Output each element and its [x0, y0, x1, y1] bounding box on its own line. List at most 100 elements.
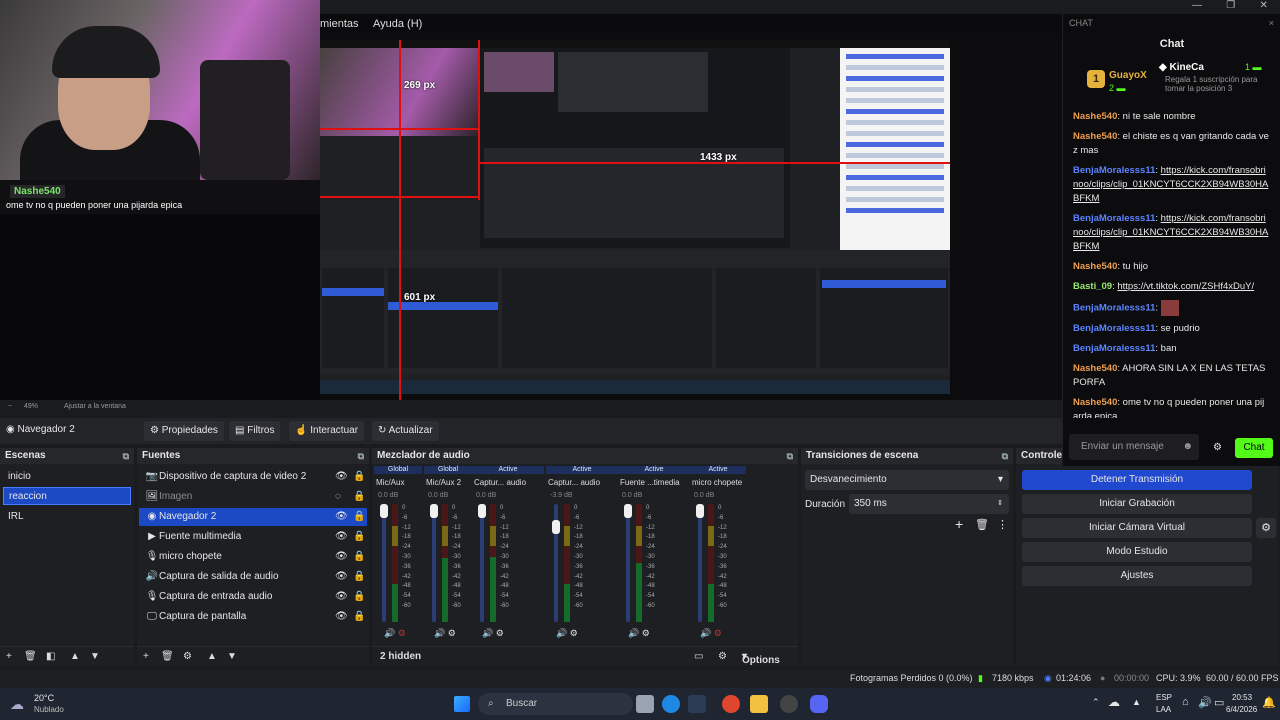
program-preview[interactable]: 269 px 1433 px 601 px — [320, 34, 1062, 400]
volume-fader[interactable] — [698, 504, 702, 622]
notification-icon[interactable]: 🔔 — [1262, 696, 1276, 709]
mute-icon[interactable]: 🔊 ⚙ — [556, 628, 578, 639]
task-view-icon[interactable] — [636, 695, 654, 713]
scene-item[interactable]: reaccion — [3, 487, 131, 505]
channel-name[interactable]: Captur... audio — [548, 478, 600, 487]
gear-icon[interactable]: ⚙ — [183, 651, 192, 662]
close-icon[interactable]: ✕ — [1259, 0, 1267, 14]
weather-temp[interactable]: 20°C — [34, 693, 54, 703]
add-icon[interactable]: + — [6, 651, 12, 662]
chat-username[interactable]: BenjaMoralesss11 — [1073, 323, 1155, 334]
refresh-button[interactable]: ↻ Actualizar — [372, 421, 439, 441]
settings-button[interactable]: Ajustes — [1022, 566, 1252, 586]
chat-username[interactable]: Nashe540 — [1073, 131, 1117, 142]
battery-icon[interactable]: ▭ — [1214, 696, 1224, 709]
source-item[interactable]: 🖼 Imagen ◌ 🔒 — [139, 488, 367, 506]
channel-name[interactable]: Mic/Aux 2 — [426, 478, 461, 487]
edge-icon[interactable] — [662, 695, 680, 713]
close-icon[interactable]: × — [1269, 18, 1274, 28]
volume-icon[interactable]: 🔊 — [1198, 696, 1212, 709]
start-recording-button[interactable]: Iniciar Grabación — [1022, 494, 1252, 514]
fader-knob[interactable] — [552, 519, 560, 534]
eye-icon[interactable]: 👁 — [335, 508, 348, 526]
fader-knob[interactable] — [696, 504, 704, 518]
move-down-icon[interactable]: ▼ — [227, 651, 237, 662]
mute-icon[interactable]: 🔊 ⚙ — [384, 628, 406, 639]
lock-icon[interactable]: 🔒 — [353, 508, 365, 526]
transition-select[interactable]: Desvanecimiento ▾ — [805, 470, 1009, 490]
scene-item[interactable]: IRL — [3, 508, 131, 526]
chat-username[interactable]: BenjaMoralesss11 — [1073, 343, 1155, 354]
volume-fader[interactable] — [382, 504, 386, 622]
eye-icon[interactable]: 👁 — [335, 468, 348, 486]
eye-icon[interactable]: 👁 — [335, 548, 348, 566]
gear-icon[interactable]: ⚙ — [718, 651, 727, 662]
source-item[interactable]: ◉ Navegador 2 👁 🔒 — [139, 508, 367, 526]
trash-icon[interactable]: 🗑 — [24, 651, 37, 662]
chat-username[interactable]: Nashe540 — [1073, 363, 1117, 374]
onedrive-icon[interactable]: ☁ — [1108, 695, 1120, 709]
minimize-icon[interactable]: — — [1192, 0, 1202, 14]
layout-icon[interactable]: ▭ — [694, 651, 703, 662]
lock-icon[interactable]: 🔒 — [353, 488, 365, 506]
stop-stream-button[interactable]: Detener Transmisión — [1022, 470, 1252, 490]
steam-icon[interactable] — [688, 695, 706, 713]
gear-icon[interactable]: ⚙ — [1213, 442, 1222, 453]
duration-input[interactable]: 350 ms ⇕ — [849, 494, 1009, 514]
trash-icon[interactable]: 🗑 — [161, 651, 174, 662]
add-icon[interactable]: + — [955, 516, 963, 532]
chat-username[interactable]: BenjaMoralesss11 — [1073, 165, 1155, 176]
channel-name[interactable]: Fuente ...timedia — [620, 478, 680, 487]
more-icon[interactable]: ⋮ — [997, 518, 1008, 531]
lock-icon[interactable]: 🔒 — [353, 468, 365, 486]
scene-item[interactable]: inicio — [3, 468, 131, 486]
clock-time[interactable]: 20:53 — [1232, 693, 1252, 702]
move-up-icon[interactable]: ▲ — [207, 651, 217, 662]
chevron-up-icon[interactable]: ⌃ — [1092, 697, 1100, 708]
menu-item-herramientas[interactable]: mientas — [320, 18, 359, 30]
chat-username[interactable]: BenjaMoralesss11 — [1073, 303, 1155, 314]
chat-link[interactable]: https://vt.tiktok.com/ZSHf4xDuY/ — [1117, 281, 1254, 292]
zoom-mode[interactable]: Ajustar a la ventana — [64, 403, 126, 410]
chat-input[interactable]: Enviar un mensaje ☻ — [1069, 434, 1199, 460]
chat-username[interactable]: BenjaMoralesss11 — [1073, 213, 1155, 224]
source-item[interactable]: 🖵 Captura de pantalla 👁 🔒 — [139, 608, 367, 626]
lock-icon[interactable]: 🔒 — [353, 568, 365, 586]
hidden-count[interactable]: 2 hidden — [380, 651, 421, 662]
taskbar-search[interactable]: ⌕ Buscar — [478, 693, 633, 715]
eye-icon[interactable]: 👁 — [335, 568, 348, 586]
lock-icon[interactable]: 🔒 — [353, 608, 365, 626]
popout-icon[interactable]: ⧉ — [1002, 448, 1008, 464]
gear-icon[interactable]: ⚙ — [1256, 518, 1276, 538]
emoji-icon[interactable]: ☻ — [1182, 441, 1193, 452]
fader-knob[interactable] — [380, 504, 388, 518]
channel-name[interactable]: Captur... audio — [474, 478, 526, 487]
zoom-value[interactable]: 49% — [24, 403, 38, 410]
mute-icon[interactable]: 🔊 ⚙ — [700, 628, 722, 639]
menu-item-ayuda[interactable]: Ayuda (H) — [373, 18, 422, 30]
eye-hidden-icon[interactable]: ◌ — [335, 488, 341, 506]
fader-knob[interactable] — [430, 504, 438, 518]
lock-icon[interactable]: 🔒 — [353, 528, 365, 546]
tray-icon[interactable]: ▲ — [1132, 697, 1141, 707]
add-icon[interactable]: + — [143, 651, 149, 662]
source-item[interactable]: 📷 Dispositivo de captura de video 2 👁 🔒 — [139, 468, 367, 486]
send-chat-button[interactable]: Chat — [1235, 438, 1273, 458]
trash-icon[interactable]: 🗑 — [975, 518, 989, 531]
volume-fader[interactable] — [480, 504, 484, 622]
start-virtualcam-button[interactable]: Iniciar Cámara Virtual — [1022, 518, 1252, 538]
interact-button[interactable]: ☝ Interactuar — [289, 421, 365, 441]
fader-knob[interactable] — [478, 504, 486, 518]
volume-fader[interactable] — [626, 504, 630, 622]
zoom-minus[interactable]: − — [8, 403, 12, 410]
source-item[interactable]: 🎙 micro chopete 👁 🔒 — [139, 548, 367, 566]
eye-icon[interactable]: 👁 — [335, 588, 348, 606]
source-item[interactable]: 🎙 Captura de entrada audio 👁 🔒 — [139, 588, 367, 606]
network-icon[interactable]: ⌂ — [1182, 696, 1189, 708]
discord-icon[interactable] — [810, 695, 828, 713]
filters-button[interactable]: ▤ Filtros — [229, 421, 281, 441]
mute-icon[interactable]: 🔊 ⚙ — [628, 628, 650, 639]
stepper-icon[interactable]: ⇕ — [997, 494, 1003, 514]
chat-username[interactable]: Nashe540 — [1073, 261, 1117, 272]
chat-username[interactable]: Nashe540 — [1073, 397, 1117, 408]
